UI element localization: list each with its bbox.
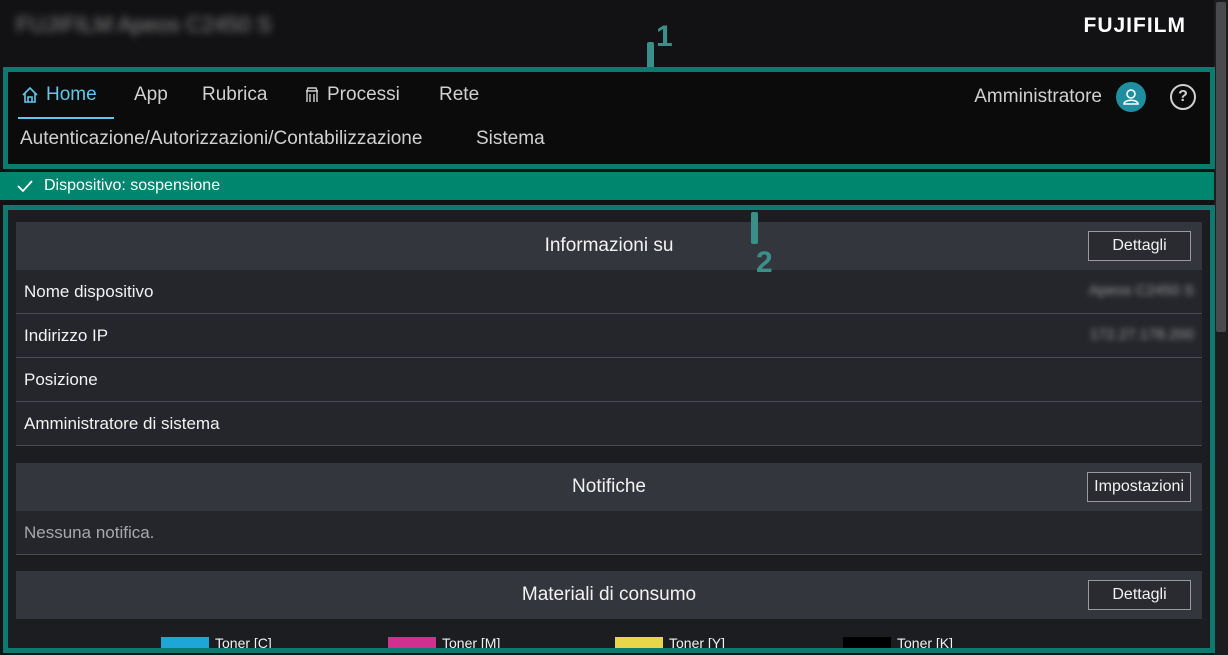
nav-active-indicator bbox=[18, 117, 114, 119]
info-row-value: 172.27.178.200 bbox=[1089, 326, 1194, 343]
notifications-settings-button[interactable]: Impostazioni bbox=[1087, 472, 1191, 502]
info-row-device-name: Nome dispositivo Apeos C2450 S bbox=[16, 270, 1202, 314]
secondary-nav: Autenticazione/Autorizzazioni/Contabiliz… bbox=[8, 124, 1210, 154]
info-row-label: Nome dispositivo bbox=[24, 282, 154, 301]
nav-rubrica-label: Rubrica bbox=[202, 84, 268, 105]
brand-logo: FUJIFILM bbox=[1083, 14, 1186, 37]
admin-label[interactable]: Amministratore bbox=[974, 86, 1102, 108]
nav-rete[interactable]: Rete bbox=[439, 84, 479, 106]
toner-swatch bbox=[843, 637, 891, 648]
info-row-ip: Indirizzo IP 172.27.178.200 bbox=[16, 314, 1202, 358]
info-row-label: Indirizzo IP bbox=[24, 326, 109, 345]
nav-app-label: App bbox=[134, 84, 168, 105]
info-row-label: Posizione bbox=[24, 370, 98, 389]
top-bar: FUJIFILM Apeos C2450 S FUJIFILM bbox=[0, 0, 1214, 66]
supply-item-yellow: Toner [Y] bbox=[615, 635, 726, 651]
supply-item-magenta: Toner [M] bbox=[388, 635, 501, 651]
toner-swatch bbox=[388, 637, 436, 648]
supply-label: Toner [C] bbox=[215, 635, 272, 651]
toner-swatch bbox=[615, 637, 663, 648]
nav-app[interactable]: App bbox=[134, 84, 168, 106]
nav-processi-label: Processi bbox=[327, 84, 400, 105]
supplies-section-title: Materiali di consumo bbox=[521, 584, 697, 605]
info-row-location: Posizione bbox=[16, 358, 1202, 402]
nav-processi[interactable]: Processi bbox=[303, 84, 400, 106]
nav-rubrica[interactable]: Rubrica bbox=[202, 84, 267, 106]
callout-2: 2 bbox=[756, 246, 773, 279]
supply-label: Toner [M] bbox=[442, 635, 501, 651]
supply-item-black: Toner [K] bbox=[843, 635, 954, 651]
device-status-text: Dispositivo: sospensione bbox=[44, 177, 221, 194]
scroll-thumb[interactable] bbox=[1216, 2, 1226, 332]
nav-sistema-label: Sistema bbox=[476, 128, 545, 149]
check-icon bbox=[17, 180, 33, 193]
nav-home[interactable]: Home bbox=[20, 84, 97, 106]
home-icon bbox=[22, 86, 38, 103]
notifications-empty-row: Nessuna notifica. bbox=[16, 511, 1202, 555]
info-row-admin: Amministratore di sistema bbox=[16, 402, 1202, 446]
supplies-details-button[interactable]: Dettagli bbox=[1088, 580, 1191, 610]
nav-sistema[interactable]: Sistema bbox=[476, 128, 545, 150]
supplies-section-header: Materiali di consumo Dettagli bbox=[16, 571, 1202, 619]
notifications-section-header: Notifiche Impostazioni bbox=[16, 463, 1202, 511]
user-icon bbox=[1123, 89, 1139, 105]
info-section-header: Informazioni su Dettagli bbox=[16, 222, 1202, 270]
supply-label: Toner [Y] bbox=[669, 635, 726, 651]
info-section-title: Informazioni su bbox=[544, 235, 674, 256]
supply-label: Toner [K] bbox=[897, 635, 954, 651]
jobs-icon bbox=[306, 87, 318, 102]
scrollbar[interactable] bbox=[1214, 0, 1228, 655]
navigation-frame: Home App Rubrica Processi Rete Amministr… bbox=[3, 67, 1215, 169]
primary-nav: Home App Rubrica Processi Rete Amministr… bbox=[8, 80, 1210, 119]
nav-autenticazione[interactable]: Autenticazione/Autorizzazioni/Contabiliz… bbox=[20, 128, 422, 150]
supply-item-cyan: Toner [C] bbox=[161, 635, 272, 651]
callout-1: 1 bbox=[656, 20, 673, 53]
device-title: FUJIFILM Apeos C2450 S bbox=[16, 12, 272, 37]
callout-2-tick bbox=[751, 212, 758, 244]
info-row-value: Apeos C2450 S bbox=[1088, 282, 1194, 299]
notifications-empty-text: Nessuna notifica. bbox=[24, 523, 155, 542]
nav-home-label: Home bbox=[46, 84, 97, 105]
help-icon[interactable]: ? bbox=[1170, 84, 1196, 110]
main-content-frame: Informazioni su Dettagli Nome dispositiv… bbox=[3, 205, 1215, 653]
info-details-button[interactable]: Dettagli bbox=[1088, 231, 1191, 261]
info-row-label: Amministratore di sistema bbox=[24, 414, 220, 433]
toner-swatch bbox=[161, 637, 209, 648]
notifications-section-title: Notifiche bbox=[572, 476, 646, 497]
user-avatar[interactable] bbox=[1116, 82, 1146, 112]
device-status-bar: Dispositivo: sospensione bbox=[0, 172, 1214, 200]
callout-1-tick bbox=[647, 42, 654, 70]
nav-autenticazione-label: Autenticazione/Autorizzazioni/Contabiliz… bbox=[20, 128, 423, 149]
nav-rete-label: Rete bbox=[439, 84, 480, 105]
